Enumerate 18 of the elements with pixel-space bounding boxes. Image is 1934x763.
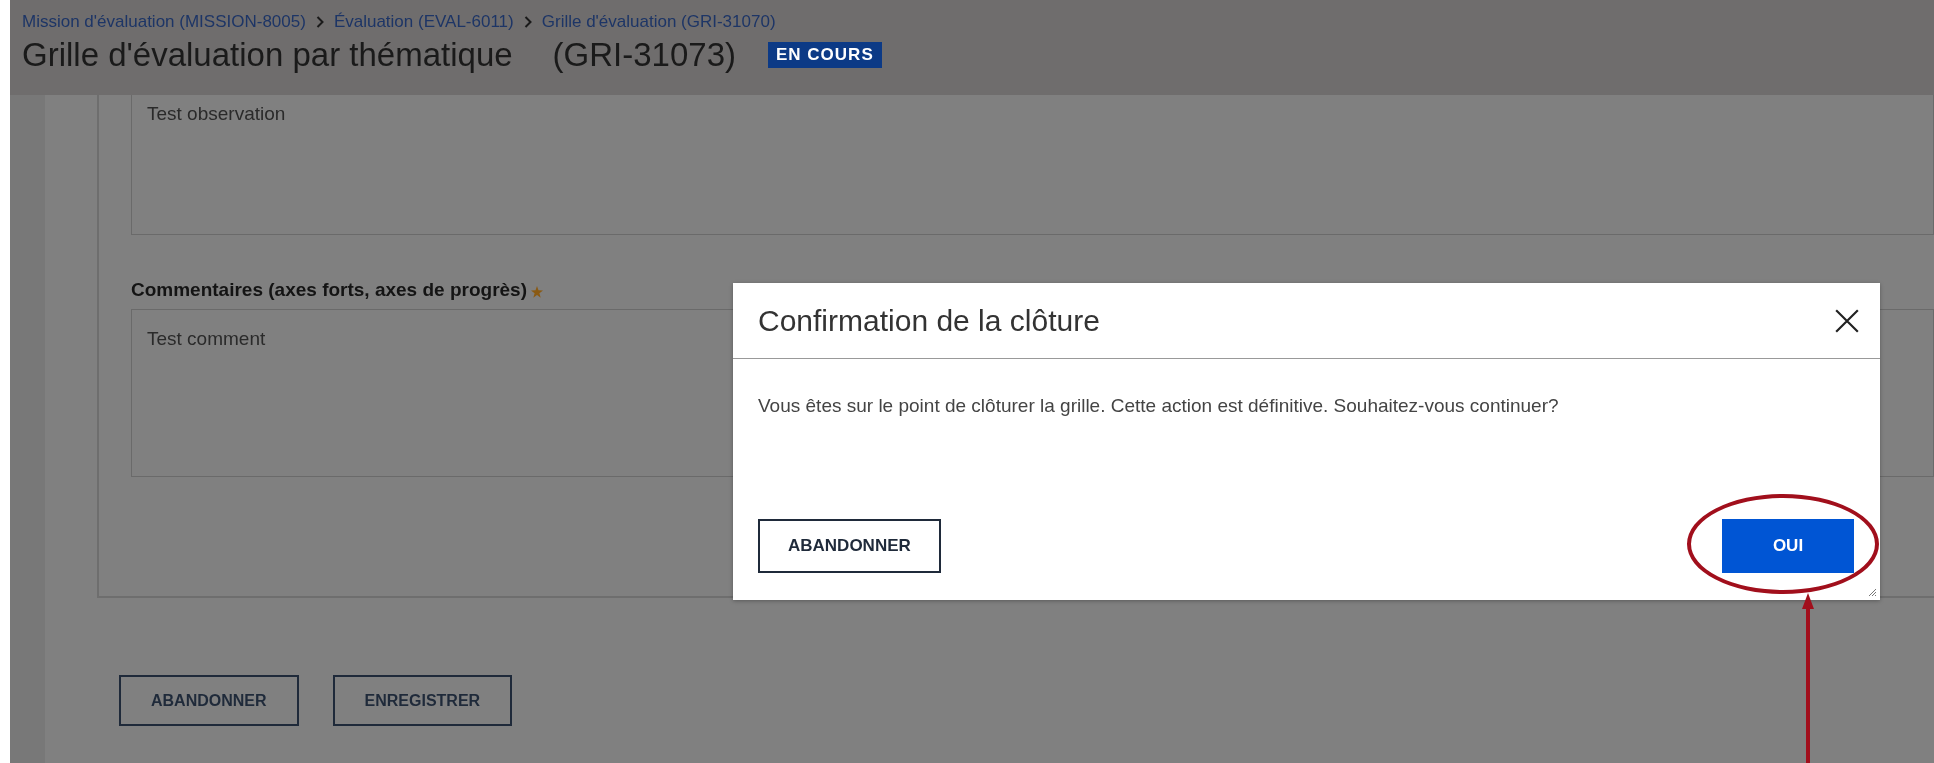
- dialog-title: Confirmation de la clôture: [758, 303, 1100, 338]
- text-area[interactable]: Test observation: [131, 95, 1934, 235]
- chevron-icon: [523, 16, 532, 28]
- dialog-button[interactable]: ABANDONNER: [758, 519, 941, 573]
- status-badge: EN COURS: [768, 42, 882, 68]
- breadcrumb-link[interactable]: Mission d'évaluation (MISSION-8005): [22, 12, 306, 32]
- resize-handle-icon[interactable]: [1867, 587, 1877, 597]
- page-title: Grille d'évaluation par thématique: [22, 36, 513, 74]
- breadcrumb-link[interactable]: Évaluation (EVAL-6011): [333, 12, 514, 32]
- page-code: (GRI-31073): [552, 36, 736, 74]
- field-label: Commentaires (axes forts, axes de progrès): [131, 279, 527, 301]
- chevron-icon: [315, 16, 324, 28]
- dialog-message: Vous êtes sur le point de clôturer la grille. Cette action est définitive. Souhaitez-vous continuer?: [757, 394, 1560, 418]
- dialog-button[interactable]: OUI: [1722, 519, 1854, 573]
- form-button[interactable]: ABANDONNER: [119, 675, 299, 726]
- breadcrumb-link[interactable]: Grille d'évaluation (GRI-31070): [541, 12, 776, 32]
- form-button[interactable]: ENREGISTRER: [332, 675, 513, 726]
- close-icon[interactable]: [1834, 307, 1860, 334]
